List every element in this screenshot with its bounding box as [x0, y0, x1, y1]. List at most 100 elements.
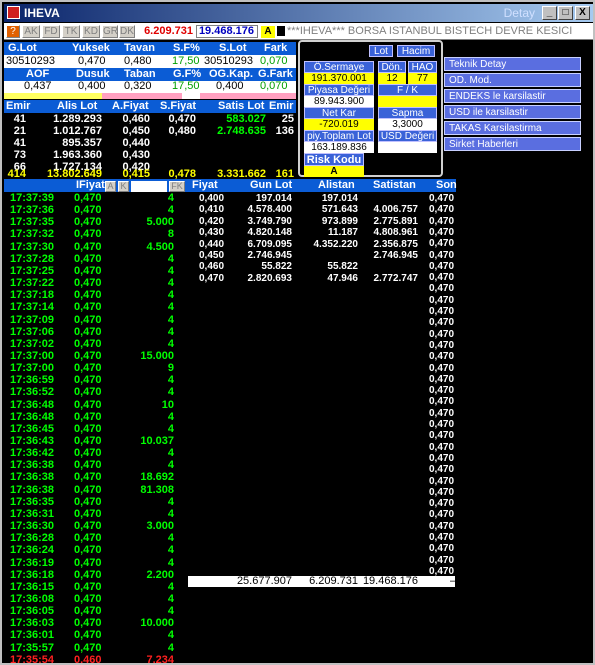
trade-lot: 10.000	[140, 617, 174, 630]
trade-time: 17:36:42	[10, 447, 55, 460]
dist-satistan: 4.808.961	[373, 227, 419, 239]
depth-cell	[268, 137, 294, 149]
lot-tab[interactable]: Lot	[369, 45, 393, 57]
trade-time: 17:36:24	[10, 544, 55, 557]
col-a-fiyat: A.Fiyat	[112, 100, 149, 112]
minimize-button[interactable]: _	[542, 6, 557, 20]
help-tab[interactable]: ?	[6, 25, 20, 38]
dist-son: 0,470	[429, 317, 455, 329]
dist-gun-lot: 2.746.945	[247, 250, 293, 261]
trade-lot: 4	[167, 544, 174, 557]
dist-gun-lot: 6.709.095	[247, 238, 293, 250]
menu-item[interactable]: Teknik Detay	[444, 57, 581, 71]
dist-son: 0,470	[429, 193, 455, 204]
trade-lot: 9	[167, 362, 174, 375]
val-glot: 30510293	[6, 55, 55, 67]
trade-price: 0,470	[74, 289, 102, 302]
depth-cell: 0,460	[122, 113, 150, 125]
trade-lot: 4	[167, 629, 174, 642]
price-field-2: 19.468.176	[196, 25, 258, 38]
trade-price: 0,470	[74, 641, 102, 654]
maximize-button[interactable]: □	[558, 6, 573, 20]
dist-alistan: 197.014	[321, 193, 358, 204]
dist-price: 0,420	[199, 215, 225, 227]
trade-price: 0,470	[74, 459, 102, 472]
usd-value	[378, 142, 437, 153]
tab-fd[interactable]: FD	[42, 25, 60, 38]
trade-lot: 4	[167, 507, 174, 520]
trade-price: 0,470	[74, 556, 102, 569]
close-button[interactable]: X	[575, 6, 590, 20]
trade-price: 0,470	[74, 483, 102, 496]
trade-price: 0,470	[74, 447, 102, 460]
col-son: Son	[436, 179, 457, 191]
col-glot: G.Lot	[8, 42, 37, 54]
menu-item[interactable]: OD. Mod.	[444, 73, 581, 87]
sort-k-button[interactable]: K	[118, 181, 129, 192]
trade-price: 0,470	[74, 495, 102, 508]
dist-satistan: 2.746.945	[373, 250, 419, 261]
dist-son: 0,470	[429, 419, 455, 430]
status-box	[277, 26, 285, 36]
dist-son: 0,470	[429, 441, 455, 453]
trade-price: 0,470	[74, 252, 102, 265]
menu-item[interactable]: Sirket Haberleri	[444, 137, 581, 151]
tab-kd[interactable]: KD	[82, 25, 100, 38]
col-emir-ask: Emir	[269, 100, 294, 112]
trade-lot: 4	[167, 556, 174, 569]
trade-price: 0,470	[74, 532, 102, 545]
trade-lot: 8	[167, 228, 174, 241]
o-sermaye-value: 191.370.001	[304, 73, 374, 84]
trade-price: 0,470	[74, 362, 102, 375]
trade-lot: 4	[167, 192, 174, 204]
trade-price: 0,470	[74, 471, 102, 484]
dist-son: 0,470	[429, 509, 455, 521]
trade-price: 0,470	[74, 617, 102, 630]
dist-alistan: 973.899	[321, 215, 358, 227]
trade-time: 17:37:22	[10, 277, 55, 290]
dist-son: 0,470	[429, 215, 455, 227]
risk-badge: A	[261, 26, 275, 38]
depth-cell: 583.027	[226, 113, 266, 125]
detail-window: IHEVA Detay _ □ X ? AK FD TK KD GR DK 6.…	[0, 0, 595, 665]
tab-ak[interactable]: AK	[22, 25, 40, 38]
trade-price: 0,460	[74, 653, 102, 665]
tab-tk[interactable]: TK	[62, 25, 80, 38]
dist-price: 0,430	[199, 227, 225, 239]
hao-value: 77	[408, 73, 437, 84]
trade-lot: 4	[167, 264, 174, 277]
trade-price: 0,470	[74, 374, 102, 387]
trade-price: 0,470	[74, 192, 102, 204]
menu-item[interactable]: ENDEKS le karsilastir	[444, 89, 581, 103]
dist-son: 0,470	[429, 260, 455, 272]
trade-price: 0,470	[74, 507, 102, 520]
dist-son: 0,470	[429, 452, 455, 464]
depth-cell: 2.748.635	[217, 125, 266, 137]
dist-son: 0,470	[429, 306, 455, 317]
trade-lot: 10.037	[140, 435, 174, 447]
dist-satistan: 2.356.875	[373, 238, 419, 250]
trade-time: 17:36:30	[10, 520, 55, 533]
toolbar: ? AK FD TK KD GR DK 6.209.731 19.468.176…	[4, 23, 593, 40]
total-gun-lot: 25.677.907	[236, 575, 292, 587]
tab-dk[interactable]: DK	[119, 25, 135, 38]
sort-a-button[interactable]: A	[105, 181, 116, 192]
depth-cell: 1.012.767	[53, 125, 102, 137]
menu-item[interactable]: TAKAS Karsilastirma	[444, 121, 581, 135]
dist-gun-lot: 4.578.400	[247, 204, 293, 216]
filter-field[interactable]	[131, 181, 167, 192]
dist-satistan: 4.006.757	[373, 204, 419, 216]
col-emir-bid: Emir	[6, 100, 31, 112]
dist-price: 0,400	[199, 193, 225, 204]
trade-price: 0,470	[74, 216, 102, 229]
trade-lot: 18.692	[140, 471, 174, 484]
dist-son: 0,470	[429, 464, 455, 476]
hacim-tab[interactable]: Hacim	[397, 45, 435, 57]
depth-cell: 73	[13, 149, 26, 161]
tab-gr[interactable]: GR	[102, 25, 118, 38]
trade-price: 0,470	[74, 325, 102, 338]
menu-item[interactable]: USD ile karsilastir	[444, 105, 581, 119]
dist-son: 0,470	[429, 272, 455, 284]
fk-button[interactable]: FK	[169, 181, 185, 192]
dist-alistan: 4.352.220	[313, 238, 359, 250]
